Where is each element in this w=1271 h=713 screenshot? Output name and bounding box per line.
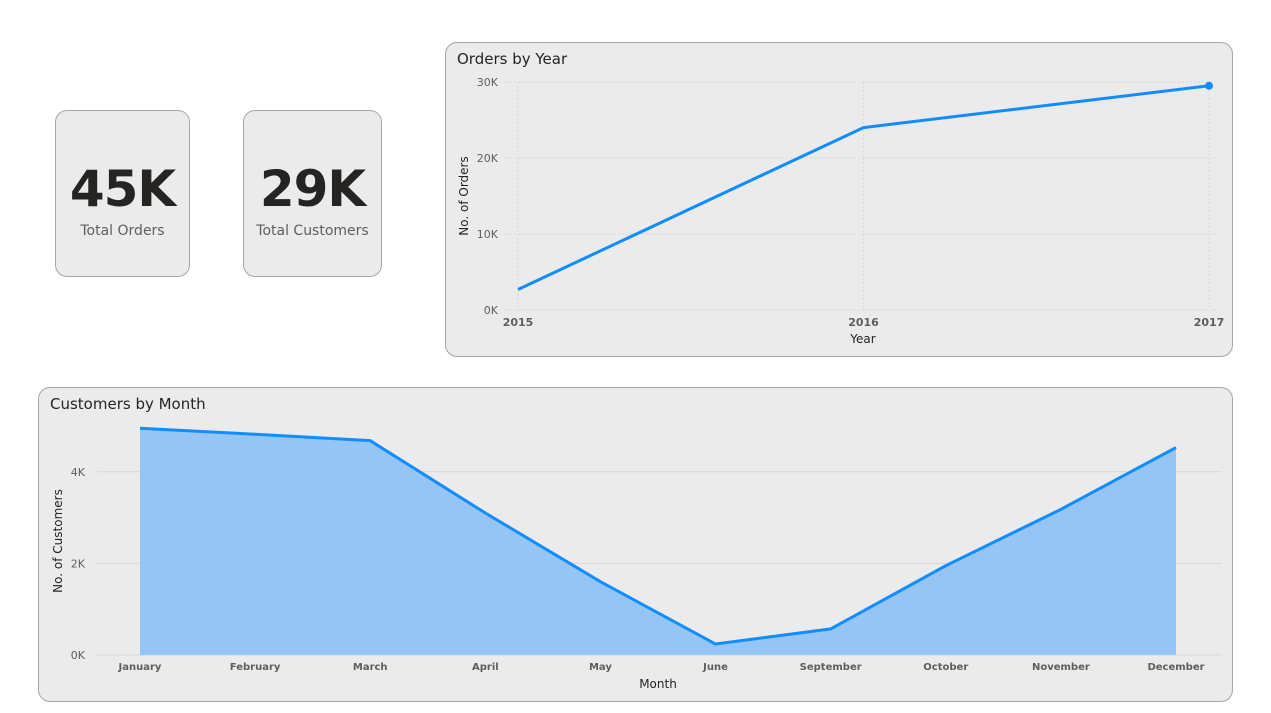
x-tick-label: May xyxy=(589,662,612,673)
y-tick-label: 20K xyxy=(477,152,499,165)
total-customers-label: Total Customers xyxy=(256,223,369,239)
y-tick-label: 4K xyxy=(71,466,86,479)
x-tick-label: March xyxy=(353,662,388,673)
series-end-point xyxy=(1205,81,1213,90)
x-axis-title: Month xyxy=(639,677,677,691)
x-tick-label: October xyxy=(923,662,968,673)
orders-by-year-plot: 0K 10K 20K 30K 2015 2016 2017 Year No. of Orders xyxy=(457,76,1225,346)
total-orders-value: 45K xyxy=(69,160,176,218)
total-customers-card[interactable]: 29K Total Customers xyxy=(243,110,382,277)
customers-by-month-chart[interactable]: Customers by Month 0K 2K 4K January February… xyxy=(38,387,1233,702)
customers-by-month-plot: 0K 2K 4K January February March April May June Se… xyxy=(51,426,1222,691)
y-axis-title: No. of Customers xyxy=(51,489,65,593)
x-tick-label: November xyxy=(1032,662,1090,673)
x-tick-label: April xyxy=(472,662,499,673)
y-tick-label: 0K xyxy=(71,649,86,662)
series-area xyxy=(140,428,1176,655)
x-tick-label: January xyxy=(118,662,162,673)
y-tick-label: 10K xyxy=(477,228,499,241)
total-orders-card[interactable]: 45K Total Orders xyxy=(55,110,190,277)
y-axis-title: No. of Orders xyxy=(457,156,471,235)
total-orders-label: Total Orders xyxy=(80,223,165,239)
x-tick-label: 2015 xyxy=(503,316,534,329)
orders-by-year-chart[interactable]: Orders by Year 0K 10K 20K 30K 2015 2016 2017 Ye… xyxy=(445,42,1233,357)
x-tick-label: 2017 xyxy=(1194,316,1225,329)
y-tick-label: 2K xyxy=(71,557,86,570)
x-tick-label: December xyxy=(1147,662,1204,673)
y-tick-label: 30K xyxy=(477,76,499,89)
x-axis-title: Year xyxy=(849,332,875,346)
x-tick-label: February xyxy=(230,662,281,673)
y-tick-label: 0K xyxy=(484,304,499,317)
x-tick-label: 2016 xyxy=(848,316,879,329)
x-tick-label: September xyxy=(800,662,862,673)
dashboard-page: 45K Total Orders 29K Total Customers Ord… xyxy=(0,0,1271,713)
total-customers-value: 29K xyxy=(259,160,366,218)
x-tick-label: June xyxy=(702,662,728,673)
